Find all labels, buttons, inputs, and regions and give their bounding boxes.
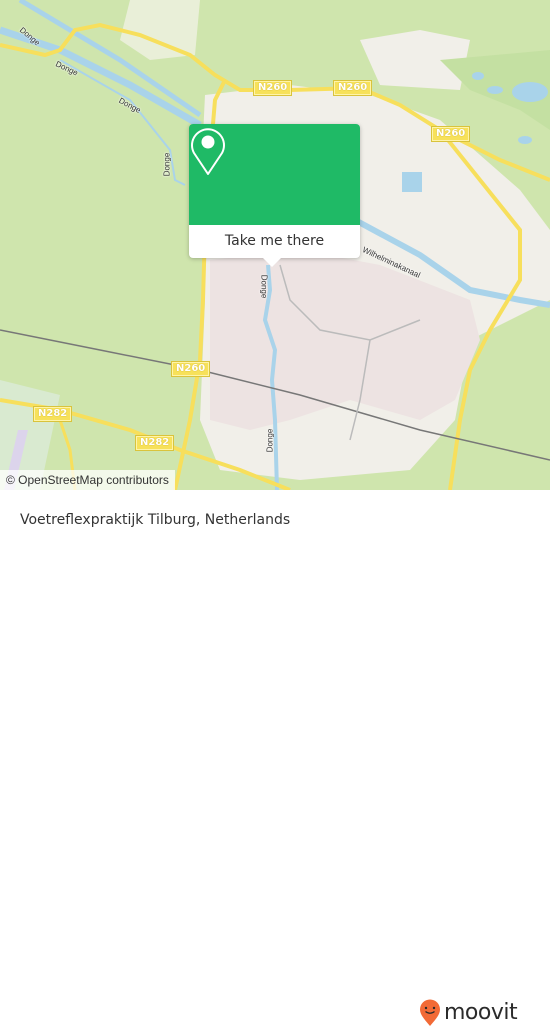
moovit-logo[interactable]: moovit xyxy=(419,999,518,1027)
footer: Voetreflexpraktijk Tilburg, Netherlands … xyxy=(0,490,550,1026)
moovit-pin-icon xyxy=(420,999,440,1026)
popup-header xyxy=(189,124,360,225)
location-popup: Take me there xyxy=(189,124,360,267)
road-label-n282: N282 xyxy=(32,406,73,422)
map-attribution[interactable]: © OpenStreetMap contributors xyxy=(0,470,175,490)
road-label-n282: N282 xyxy=(134,435,175,451)
road-label-n260: N260 xyxy=(252,80,293,96)
water-label-donge: Donge xyxy=(259,274,269,299)
water-label-donge: Donge xyxy=(265,428,275,453)
map-pin-icon xyxy=(191,128,225,175)
take-me-there-button[interactable]: Take me there xyxy=(189,225,360,258)
road-label-n260: N260 xyxy=(170,361,211,377)
popup-pointer xyxy=(263,258,281,267)
road-label-n260: N260 xyxy=(332,80,373,96)
moovit-wordmark: moovit xyxy=(444,1000,518,1025)
map[interactable]: N260 N260 N260 N260 N282 N282 Donge Dong… xyxy=(0,0,550,490)
place-name: Voetreflexpraktijk Tilburg, Netherlands xyxy=(20,512,291,528)
road-label-n260: N260 xyxy=(430,126,471,142)
water-label-donge: Donge xyxy=(162,152,172,177)
